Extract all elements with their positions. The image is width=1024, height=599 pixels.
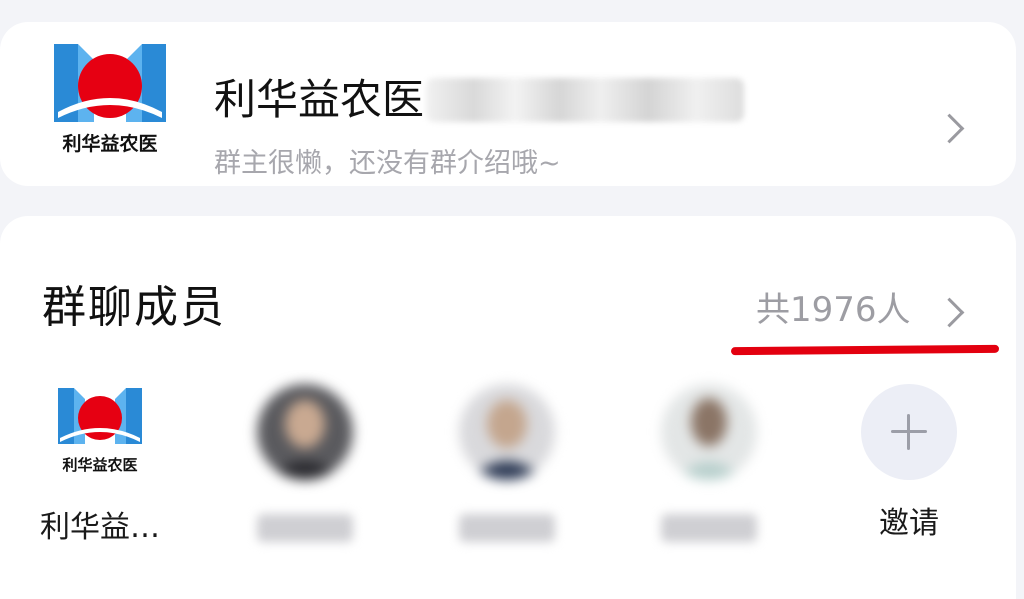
member-avatar bbox=[661, 384, 757, 480]
invite-label: 邀请 bbox=[879, 506, 939, 541]
invite-button[interactable]: 邀请 bbox=[834, 384, 984, 544]
group-info-card[interactable]: 利华益农医 利华益农医 群主很懒，还没有群介绍哦~ bbox=[0, 22, 1016, 186]
members-count[interactable]: 共1976人 bbox=[756, 288, 911, 332]
chevron-right-icon[interactable] bbox=[934, 113, 965, 144]
member-logo-text: 利华益农医 bbox=[62, 456, 137, 474]
member-item[interactable] bbox=[230, 384, 380, 546]
group-intro: 群主很懒，还没有群介绍哦~ bbox=[214, 148, 561, 179]
member-name: 利华益… bbox=[40, 510, 160, 545]
group-logo-icon: 利华益农医 bbox=[52, 44, 168, 160]
highlight-underline bbox=[730, 344, 1000, 356]
plus-icon[interactable] bbox=[861, 384, 957, 480]
member-name-redacted bbox=[661, 514, 757, 542]
members-section-title: 群聊成员 bbox=[42, 282, 226, 333]
member-logo-avatar: 利华益农医 bbox=[58, 388, 142, 474]
member-item[interactable] bbox=[432, 384, 582, 546]
group-name: 利华益农医 bbox=[214, 74, 745, 126]
members-chevron-right-icon[interactable] bbox=[934, 297, 965, 328]
group-name-text: 利华益农医 bbox=[214, 75, 425, 124]
group-logo-text: 利华益农医 bbox=[62, 132, 157, 155]
group-name-redacted bbox=[426, 78, 745, 122]
member-item[interactable]: 利华益农医 利华益… bbox=[25, 384, 175, 548]
member-item[interactable] bbox=[634, 384, 784, 546]
member-avatar bbox=[459, 384, 555, 480]
member-name-redacted bbox=[257, 514, 353, 542]
members-card: 群聊成员 共1976人 利华益农医 利华益… 邀请 bbox=[0, 216, 1016, 599]
member-avatar bbox=[257, 384, 353, 480]
member-name-redacted bbox=[459, 514, 555, 542]
